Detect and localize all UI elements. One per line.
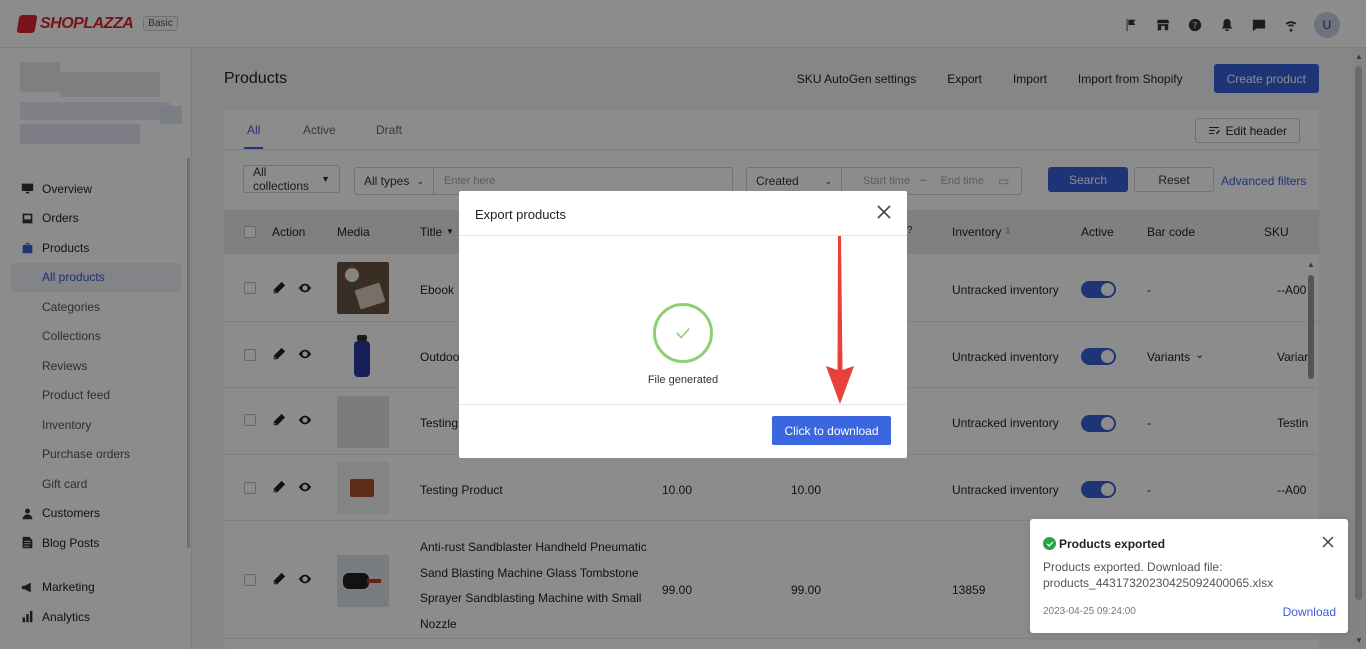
click-to-download-button[interactable]: Click to download (772, 416, 891, 445)
toast-title: Products exported (1059, 537, 1166, 551)
close-icon[interactable] (1322, 536, 1334, 548)
export-notification-toast: Products exported Products exported. Dow… (1030, 519, 1348, 633)
success-check-icon (653, 303, 713, 363)
success-icon (1043, 537, 1056, 550)
toast-message: Products exported. Download file: produc… (1043, 559, 1303, 591)
toast-timestamp: 2023-04-25 09:24:00 (1043, 606, 1136, 617)
toast-filename: products_443173202304250924000​65.xlsx (1043, 576, 1274, 590)
red-arrow-annotation (826, 236, 854, 404)
toast-message-line: Products exported. Download file: (1043, 560, 1223, 574)
close-icon[interactable] (877, 205, 891, 219)
modal-title: Export products (475, 207, 567, 222)
toast-download-link[interactable]: Download (1283, 605, 1336, 619)
